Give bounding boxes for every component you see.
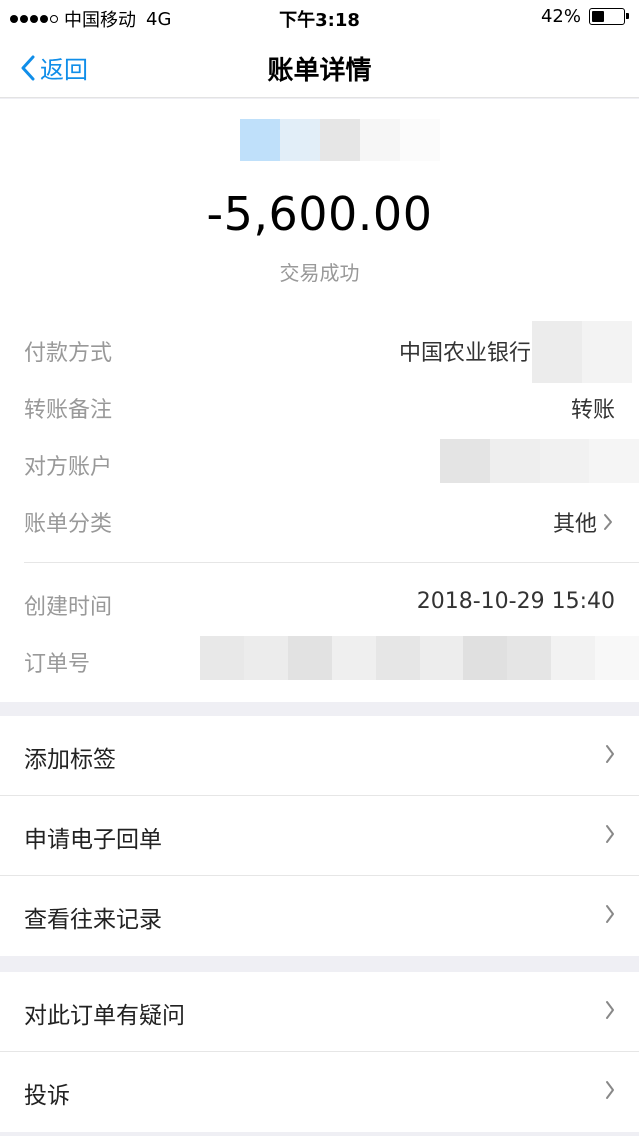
chevron-right-icon bbox=[604, 514, 612, 530]
detail-row-payment-method: 付款方式 中国农业银行 bbox=[0, 321, 639, 383]
section-divider bbox=[24, 562, 639, 563]
detail-label: 对方账户 bbox=[24, 455, 113, 480]
order-question-row[interactable]: 对此订单有疑问 bbox=[0, 972, 639, 1052]
transaction-amount: -5,600.00 bbox=[206, 187, 433, 241]
detail-label: 转账备注 bbox=[24, 398, 113, 423]
menu-label: 对此订单有疑问 bbox=[24, 1003, 185, 1029]
redacted-card-number bbox=[532, 321, 632, 383]
detail-row-counterparty-account: 对方账户 bbox=[0, 435, 639, 492]
detail-label: 订单号 bbox=[24, 652, 91, 677]
actions-group-support: 对此订单有疑问 投诉 bbox=[0, 972, 639, 1132]
redacted-order-number bbox=[200, 636, 639, 680]
detail-row-bill-category[interactable]: 账单分类 其他 bbox=[0, 492, 639, 549]
chevron-right-icon bbox=[606, 905, 614, 923]
detail-row-order-number: 订单号 bbox=[0, 632, 639, 689]
detail-label: 创建时间 bbox=[24, 595, 113, 620]
detail-row-created-time: 创建时间 2018-10-29 15:40 bbox=[0, 575, 639, 632]
menu-label: 添加标签 bbox=[24, 747, 116, 773]
chevron-right-icon bbox=[606, 745, 614, 763]
transaction-status: 交易成功 bbox=[279, 261, 360, 285]
detail-value: 转账 bbox=[570, 398, 615, 423]
redacted-account bbox=[440, 439, 639, 483]
battery-icon bbox=[589, 8, 629, 25]
add-tag-row[interactable]: 添加标签 bbox=[0, 716, 639, 796]
detail-value: 2018-10-29 15:40 bbox=[416, 589, 615, 614]
status-bar: 中国移动 4G 下午3:18 42% bbox=[0, 0, 639, 34]
complaint-row[interactable]: 投诉 bbox=[0, 1052, 639, 1132]
detail-value: 中国农业银行 bbox=[398, 341, 531, 366]
page-title: 账单详情 bbox=[267, 56, 372, 86]
status-right: 42% bbox=[540, 6, 629, 27]
battery-percent: 42% bbox=[540, 6, 581, 27]
category-value[interactable]: 其他 bbox=[553, 506, 613, 538]
counterparty-avatar-redacted bbox=[240, 119, 440, 161]
menu-label: 申请电子回单 bbox=[24, 827, 162, 853]
menu-label: 查看往来记录 bbox=[24, 907, 162, 933]
view-history-row[interactable]: 查看往来记录 bbox=[0, 876, 639, 956]
chevron-right-icon bbox=[606, 1081, 614, 1099]
chevron-right-icon bbox=[606, 1001, 614, 1019]
detail-label: 账单分类 bbox=[24, 512, 113, 537]
menu-label: 投诉 bbox=[24, 1083, 70, 1109]
navigation-bar: 返回 账单详情 bbox=[0, 34, 639, 98]
request-e-receipt-row[interactable]: 申请电子回单 bbox=[0, 796, 639, 876]
bill-detail-card: -5,600.00 交易成功 付款方式 中国农业银行 转账备注 转账 对方账户 … bbox=[0, 99, 639, 702]
detail-value: 其他 bbox=[552, 512, 597, 537]
detail-label: 付款方式 bbox=[24, 341, 113, 366]
detail-row-transfer-note: 转账备注 转账 bbox=[0, 378, 639, 435]
actions-group-primary: 添加标签 申请电子回单 查看往来记录 bbox=[0, 716, 639, 956]
chevron-right-icon bbox=[606, 825, 614, 843]
